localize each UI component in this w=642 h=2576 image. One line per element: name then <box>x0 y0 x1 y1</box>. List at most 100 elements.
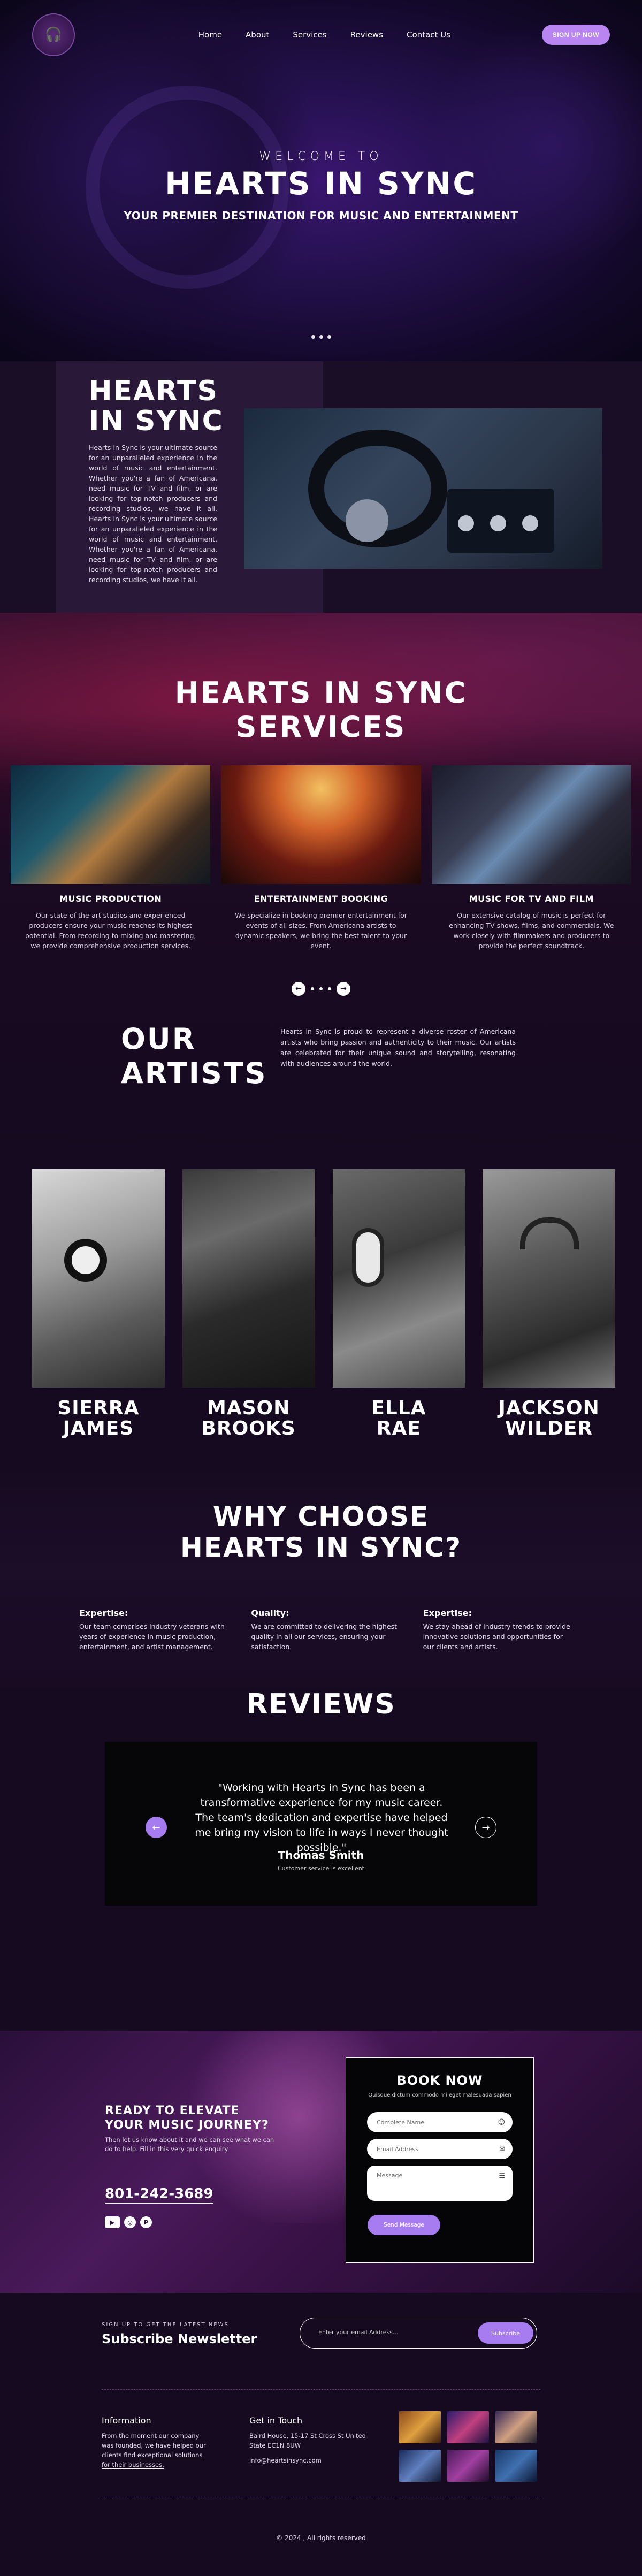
arrow-left-icon[interactable]: ← <box>292 982 305 996</box>
footer-gallery <box>399 2411 544 2482</box>
footer-contact-title: Get in Touch <box>249 2415 303 2426</box>
artist-photo <box>32 1169 165 1388</box>
artist-last-name: BROOKS <box>201 1417 296 1439</box>
nav-about[interactable]: About <box>246 30 269 40</box>
artist-name: JACKSON WILDER <box>483 1398 615 1439</box>
gallery-image[interactable] <box>447 2450 489 2482</box>
why-item-desc: We stay ahead of industry trends to prov… <box>423 1622 570 1651</box>
why-item-title: Expertise: <box>79 1608 128 1618</box>
booking-cta-line1: READY TO ELEVATE <box>105 2104 240 2117</box>
why-title-line2: HEARTS IN SYNC? <box>180 1532 462 1563</box>
entertainment-booking-image <box>221 765 421 884</box>
carousel-dot[interactable] <box>311 987 314 990</box>
subscribe-button[interactable]: Subscribe <box>478 2322 533 2344</box>
service-card: MUSIC PRODUCTION Our state-of-the-art st… <box>11 765 211 951</box>
artist-last-name: JAMES <box>63 1417 134 1439</box>
nav-services[interactable]: Services <box>293 30 326 40</box>
gallery-image[interactable] <box>495 2450 537 2482</box>
why-item: Quality: We are committed to delivering … <box>251 1608 399 1652</box>
carousel-dot[interactable] <box>311 335 315 339</box>
gallery-image[interactable] <box>447 2411 489 2443</box>
nav-reviews[interactable]: Reviews <box>350 30 383 40</box>
message-field[interactable]: Message ☰ <box>367 2166 513 2201</box>
phone-link[interactable]: 801-242-3689 <box>105 2186 213 2204</box>
artist-first-name: JACKSON <box>498 1397 600 1419</box>
signup-button[interactable]: SIGN UP NOW <box>541 25 610 45</box>
footer-address: Baird House, 15-17 St Cross St United St… <box>249 2432 366 2449</box>
gallery-image[interactable] <box>399 2450 441 2482</box>
chat-icon: ☰ <box>499 2172 505 2180</box>
arrow-right-icon[interactable]: → <box>337 982 350 996</box>
service-card: MUSIC FOR TV AND FILM Our extensive cata… <box>431 765 631 951</box>
name-field[interactable]: Complete Name ☺ <box>367 2112 513 2132</box>
footer-info: Information From the moment our company … <box>102 2415 209 2470</box>
artist-last-name: RAE <box>376 1417 421 1439</box>
booking-form: BOOK NOW Quisque dictum commodo mi eget … <box>346 2057 534 2263</box>
why-item-desc: We are committed to delivering the highe… <box>251 1622 398 1651</box>
social-links: ▶ ◎ P <box>105 2216 276 2228</box>
why-list: Expertise: Our team comprises industry v… <box>79 1608 571 1652</box>
carousel-dot[interactable] <box>319 335 323 339</box>
mail-icon: ✉ <box>499 2145 505 2153</box>
email-placeholder: Email Address <box>377 2145 418 2153</box>
service-title: ENTERTAINMENT BOOKING <box>254 894 388 904</box>
arrow-right-icon[interactable]: → <box>475 1817 496 1838</box>
nav-home[interactable]: Home <box>198 30 222 40</box>
hero-text: WELCOME TO HEARTS IN SYNC YOUR PREMIER D… <box>0 150 642 222</box>
copyright: © 2024 , All rights reserved <box>276 2534 366 2542</box>
artist-card[interactable]: JACKSON WILDER <box>483 1169 615 1439</box>
service-desc: We specialize in booking premier enterta… <box>235 911 407 950</box>
nav-contact[interactable]: Contact Us <box>407 30 450 40</box>
headphones-mixer-image <box>244 408 602 569</box>
booking-form-title: BOOK NOW <box>396 2073 483 2088</box>
review-quote: "Working with Hearts in Sync has been a … <box>195 1782 448 1854</box>
arrow-left-icon[interactable]: ← <box>146 1817 167 1838</box>
hero-carousel-dots <box>0 335 642 339</box>
carousel-dot[interactable] <box>319 987 323 990</box>
artist-card[interactable]: MASON BROOKS <box>182 1169 315 1439</box>
service-title: MUSIC FOR TV AND FILM <box>469 894 594 904</box>
booking-section: READY TO ELEVATE YOUR MUSIC JOURNEY? Then… <box>0 2031 642 2293</box>
pinterest-icon[interactable]: P <box>140 2216 152 2228</box>
artists-title-line1: OUR <box>121 1022 196 1056</box>
artists-title: OUR ARTISTS <box>121 1022 266 1091</box>
carousel-dot[interactable] <box>327 335 331 339</box>
booking-form-desc: Quisque dictum commodo mi eget malesuada… <box>368 2092 511 2098</box>
artist-card[interactable]: SIERRA JAMES <box>32 1169 165 1439</box>
message-placeholder: Message <box>377 2172 403 2179</box>
service-title: MUSIC PRODUCTION <box>59 894 162 904</box>
booking-cta-desc: Then let us know about it and we can see… <box>105 2136 274 2153</box>
artist-photo <box>182 1169 315 1388</box>
services-title: HEARTS IN SYNC SERVICES <box>0 676 642 744</box>
footer-email[interactable]: info@heartsinsync.com <box>249 2456 367 2465</box>
carousel-dot[interactable] <box>328 987 331 990</box>
service-desc: Our state-of-the-art studios and experie… <box>25 911 196 950</box>
services-carousel-nav: ← → <box>0 982 642 996</box>
service-card: ENTERTAINMENT BOOKING We specialize in b… <box>221 765 421 951</box>
artist-name: ELLA RAE <box>333 1398 465 1439</box>
email-field[interactable]: Email Address ✉ <box>367 2139 513 2159</box>
headphones-logo-icon[interactable]: 🎧 <box>32 13 75 56</box>
music-production-image <box>11 765 211 884</box>
service-desc: Our extensive catalog of music is perfec… <box>449 911 614 950</box>
why-section: WHY CHOOSE HEARTS IN SYNC? Expertise: Our… <box>0 1447 642 1688</box>
footer-contact: Get in Touch Baird House, 15-17 St Cross… <box>249 2415 367 2465</box>
about-title-line2: IN SYNC <box>89 405 224 437</box>
artist-card[interactable]: ELLA RAE <box>332 1169 465 1439</box>
about-title: HEARTS IN SYNC <box>89 376 224 436</box>
why-title: WHY CHOOSE HEARTS IN SYNC? <box>0 1501 642 1563</box>
gallery-image[interactable] <box>495 2411 537 2443</box>
youtube-icon[interactable]: ▶ <box>105 2216 120 2228</box>
why-item: Expertise: Our team comprises industry v… <box>79 1608 227 1652</box>
user-icon: ☺ <box>498 2118 505 2127</box>
artists-intro: Hearts in Sync is proud to represent a d… <box>280 1027 516 1068</box>
newsletter-input[interactable]: Enter your email Address... Subscribe <box>300 2318 537 2349</box>
hero-section: 🎧 Home About Services Reviews Contact Us… <box>0 0 642 361</box>
why-item-title: Expertise: <box>423 1608 472 1618</box>
services-section: HEARTS IN SYNC SERVICES MUSIC PRODUCTION … <box>0 613 642 1169</box>
gallery-image[interactable] <box>399 2411 441 2443</box>
send-message-button[interactable]: Send Message <box>368 2215 440 2235</box>
instagram-icon[interactable]: ◎ <box>124 2216 136 2228</box>
artist-first-name: SIERRA <box>57 1397 140 1419</box>
nav-menu: Home About Services Reviews Contact Us <box>166 30 450 40</box>
